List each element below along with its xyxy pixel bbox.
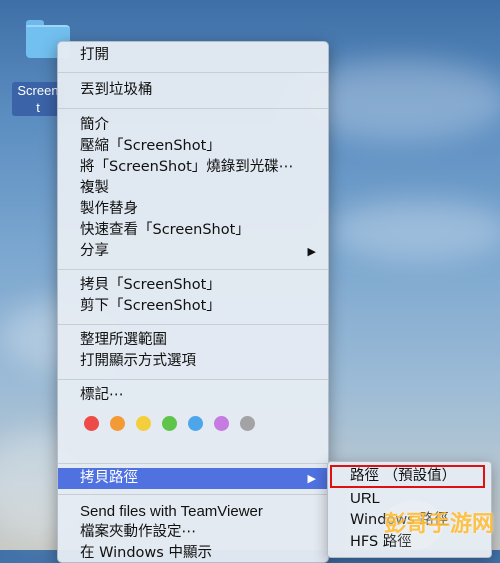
menu-item-send-files-teamviewer[interactable]: Send files with TeamViewer — [58, 501, 328, 522]
menu-item-show-in-windows[interactable]: 在 Windows 中顯示 — [58, 543, 328, 562]
tag-yellow-dot[interactable] — [136, 416, 151, 431]
tag-green-dot[interactable] — [162, 416, 177, 431]
menu-item-quick-look[interactable]: 快速查看「ScreenShot」 — [58, 220, 328, 241]
menu-item-copy-path[interactable]: 拷貝路徑 ▶ — [58, 468, 328, 489]
menu-item-burn-to-disc[interactable]: 將「ScreenShot」燒錄到光碟⋯ — [58, 157, 328, 178]
menu-item-get-info[interactable]: 簡介 — [58, 115, 328, 136]
menu-separator — [58, 269, 328, 270]
menu-item-move-to-trash[interactable]: 丟到垃圾桶 — [58, 80, 328, 101]
tag-red-dot[interactable] — [84, 416, 99, 431]
menu-separator — [58, 379, 328, 380]
tag-orange-dot[interactable] — [110, 416, 125, 431]
menu-item-show-view-options[interactable]: 打開顯示方式選項 — [58, 351, 328, 372]
context-menu: 打開 丟到垃圾桶 簡介 壓縮「ScreenShot」 將「ScreenShot」… — [57, 41, 329, 563]
background-cloud — [330, 200, 500, 260]
callout-highlight-box — [330, 465, 485, 488]
watermark-text: 彭哥手游网 — [383, 512, 494, 537]
menu-item-open[interactable]: 打開 — [58, 45, 328, 66]
menu-separator — [58, 324, 328, 325]
menu-item-cut[interactable]: 剪下「ScreenShot」 — [58, 296, 328, 317]
tag-gray-dot[interactable] — [240, 416, 255, 431]
menu-item-share[interactable]: 分享 ▶ — [58, 241, 328, 262]
menu-separator — [58, 463, 328, 464]
tag-blue-dot[interactable] — [188, 416, 203, 431]
menu-separator — [58, 494, 328, 495]
menu-item-copy[interactable]: 拷貝「ScreenShot」 — [58, 275, 328, 296]
menu-separator — [58, 108, 328, 109]
tag-purple-dot[interactable] — [214, 416, 229, 431]
menu-item-clean-up-selection[interactable]: 整理所選範圍 — [58, 330, 328, 351]
menu-separator — [58, 72, 328, 73]
menu-item-make-alias[interactable]: 製作替身 — [58, 199, 328, 220]
submenu-arrow-icon: ▶ — [307, 472, 316, 485]
menu-item-duplicate[interactable]: 複製 — [58, 178, 328, 199]
submenu-arrow-icon: ▶ — [307, 245, 316, 258]
menu-item-tags[interactable]: 標記⋯ — [58, 385, 328, 406]
menu-item-compress[interactable]: 壓縮「ScreenShot」 — [58, 136, 328, 157]
menu-item-folder-actions-setup[interactable]: 檔案夾動作設定⋯ — [58, 522, 328, 543]
